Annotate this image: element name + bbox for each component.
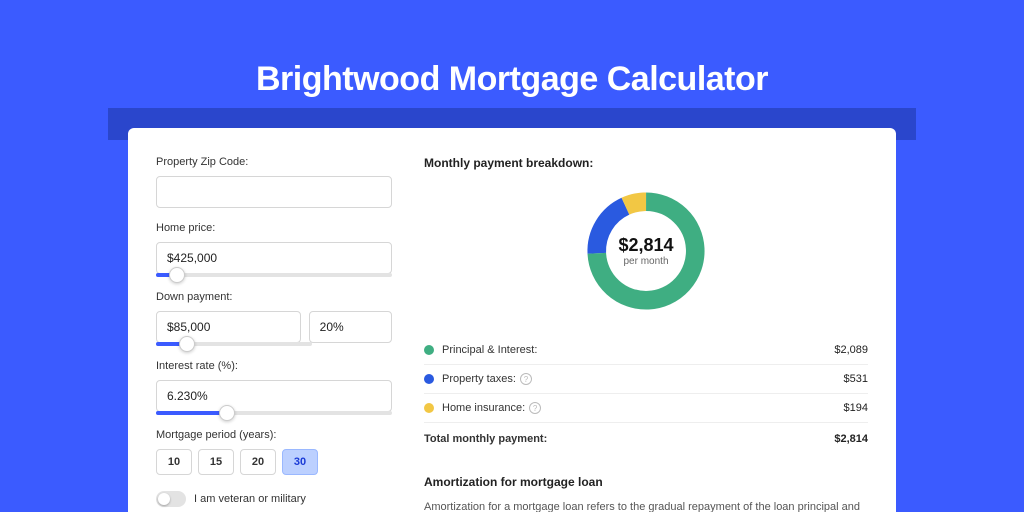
inputs-panel: Property Zip Code: Home price: Down paym…: [128, 128, 408, 512]
veteran-label: I am veteran or military: [194, 493, 306, 505]
down-payment-field-group: Down payment:: [156, 291, 392, 346]
interest-slider-fill: [156, 411, 227, 415]
veteran-toggle-row: I am veteran or military: [156, 491, 392, 507]
interest-label: Interest rate (%):: [156, 360, 392, 372]
help-icon[interactable]: ?: [529, 402, 541, 414]
legend-swatch: [424, 345, 434, 355]
home-price-field-group: Home price:: [156, 222, 392, 277]
period-option-10[interactable]: 10: [156, 449, 192, 475]
amortization-section: Amortization for mortgage loan Amortizat…: [424, 475, 868, 512]
period-option-20[interactable]: 20: [240, 449, 276, 475]
legend-value: $531: [844, 373, 868, 385]
down-payment-slider[interactable]: [156, 342, 312, 346]
donut-chart: $2,814 per month: [581, 186, 711, 316]
period-field-group: Mortgage period (years): 10152030: [156, 429, 392, 475]
legend-row-0: Principal & Interest:$2,089: [424, 336, 868, 365]
legend-row-2: Home insurance:?$194: [424, 394, 868, 423]
legend-swatch: [424, 403, 434, 413]
donut-amount: $2,814: [618, 235, 673, 256]
legend-label: Property taxes:?: [442, 373, 844, 385]
legend-value: $2,089: [834, 344, 868, 356]
calculator-card: Property Zip Code: Home price: Down paym…: [128, 128, 896, 512]
veteran-toggle[interactable]: [156, 491, 186, 507]
legend-row-1: Property taxes:?$531: [424, 365, 868, 394]
legend: Principal & Interest:$2,089Property taxe…: [424, 336, 868, 453]
legend-value: $194: [844, 402, 868, 414]
period-option-15[interactable]: 15: [198, 449, 234, 475]
donut-center: $2,814 per month: [581, 186, 711, 316]
donut-chart-wrap: $2,814 per month: [424, 186, 868, 316]
breakdown-panel: Monthly payment breakdown: $2,814 per mo…: [408, 128, 896, 512]
interest-slider-thumb[interactable]: [219, 405, 235, 421]
home-price-input[interactable]: [156, 242, 392, 274]
period-options: 10152030: [156, 449, 392, 475]
help-icon[interactable]: ?: [520, 373, 532, 385]
home-price-label: Home price:: [156, 222, 392, 234]
total-value: $2,814: [834, 433, 868, 445]
legend-label: Home insurance:?: [442, 402, 844, 414]
period-label: Mortgage period (years):: [156, 429, 392, 441]
down-payment-slider-thumb[interactable]: [179, 336, 195, 352]
home-price-slider[interactable]: [156, 273, 392, 277]
interest-field-group: Interest rate (%):: [156, 360, 392, 415]
down-payment-amount-input[interactable]: [156, 311, 301, 343]
down-payment-percent-input[interactable]: [309, 311, 392, 343]
legend-swatch: [424, 374, 434, 384]
interest-input[interactable]: [156, 380, 392, 412]
donut-sub: per month: [623, 256, 668, 267]
home-price-slider-thumb[interactable]: [169, 267, 185, 283]
amortization-body: Amortization for a mortgage loan refers …: [424, 499, 868, 512]
period-option-30[interactable]: 30: [282, 449, 318, 475]
interest-slider[interactable]: [156, 411, 392, 415]
zip-field-group: Property Zip Code:: [156, 156, 392, 208]
veteran-toggle-knob: [158, 493, 170, 505]
zip-label: Property Zip Code:: [156, 156, 392, 168]
breakdown-title: Monthly payment breakdown:: [424, 156, 868, 170]
page-title: Brightwood Mortgage Calculator: [0, 0, 1024, 99]
zip-input[interactable]: [156, 176, 392, 208]
legend-label: Principal & Interest:: [442, 344, 834, 356]
legend-row-total: Total monthly payment:$2,814: [424, 423, 868, 453]
total-label: Total monthly payment:: [424, 433, 834, 445]
amortization-title: Amortization for mortgage loan: [424, 475, 868, 489]
down-payment-label: Down payment:: [156, 291, 392, 303]
